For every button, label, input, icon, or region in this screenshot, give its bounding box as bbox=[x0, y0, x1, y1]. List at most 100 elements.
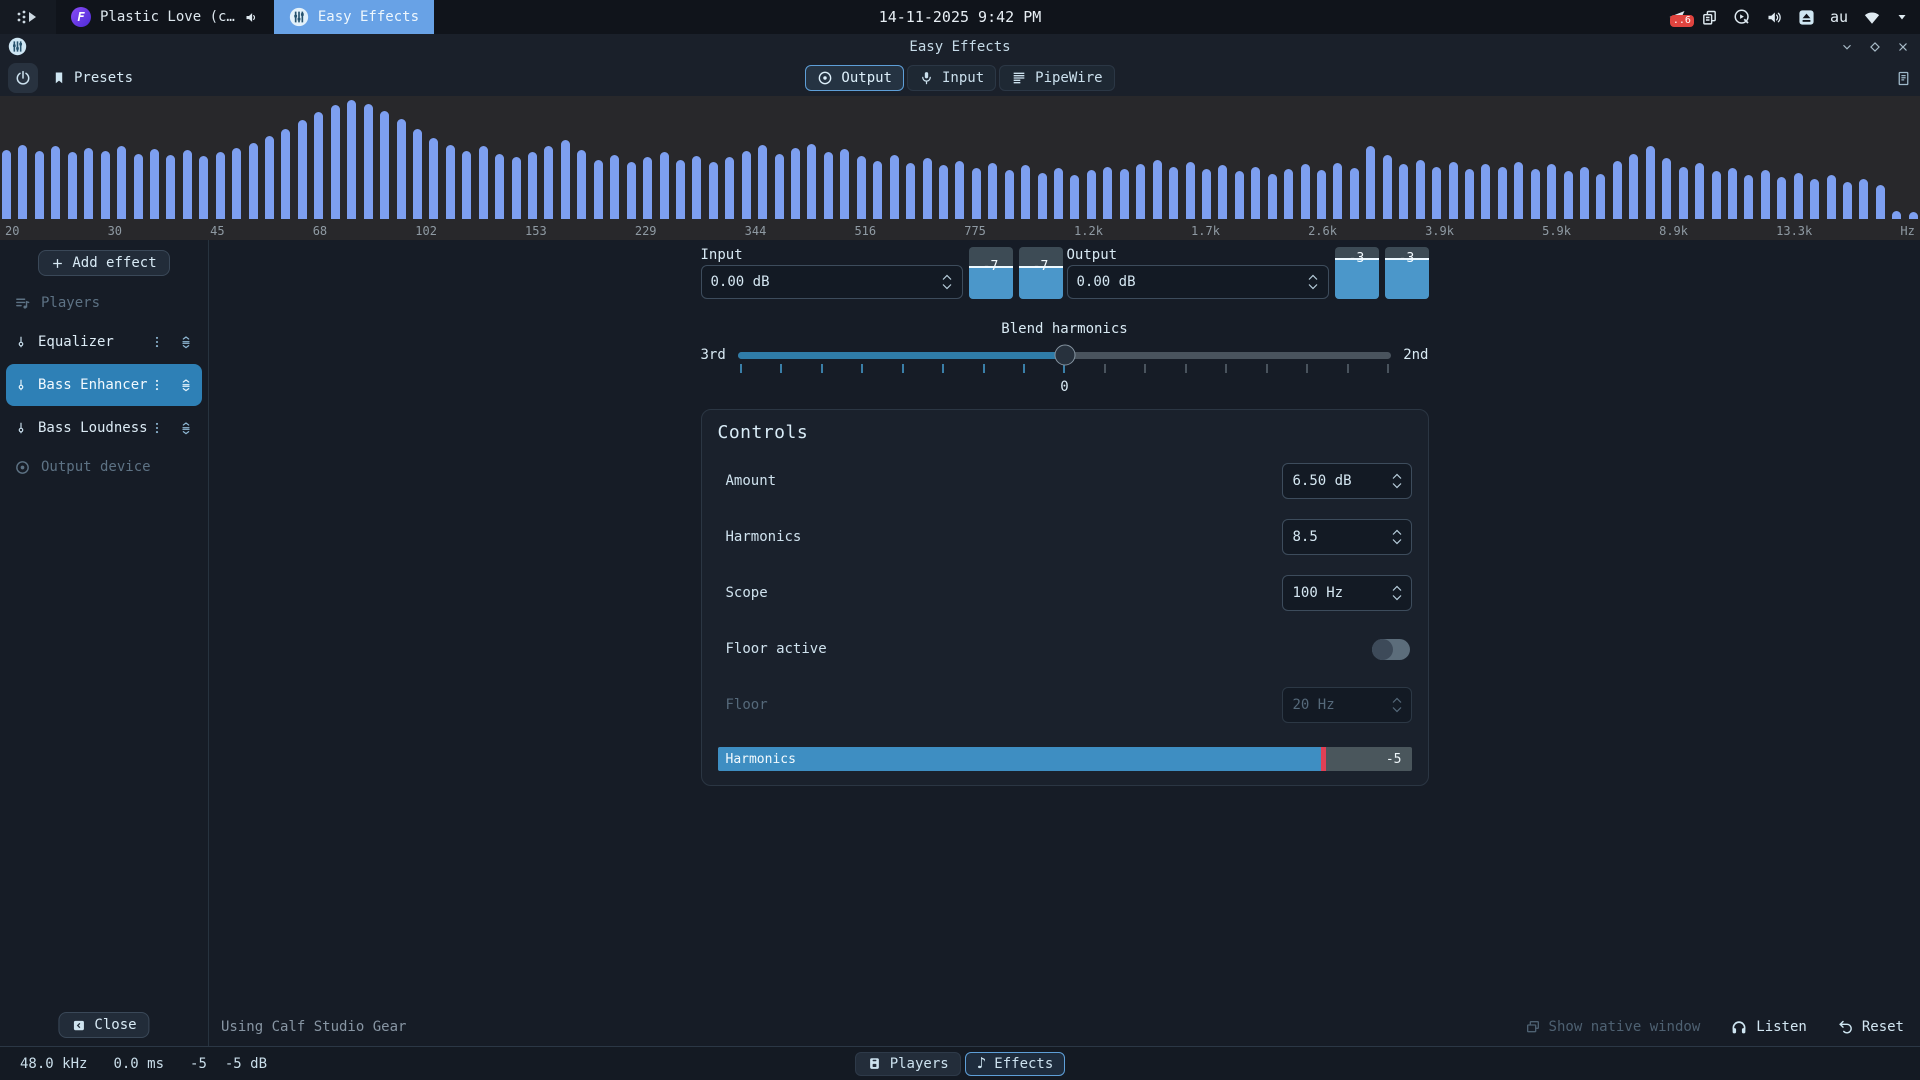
show-native-window-button[interactable]: Show native window bbox=[1525, 1019, 1701, 1035]
slider-handle[interactable] bbox=[1054, 345, 1075, 366]
effect-menu-icon[interactable] bbox=[150, 420, 164, 436]
tray-expander-icon[interactable] bbox=[1896, 12, 1908, 22]
spin-chevrons-icon[interactable] bbox=[1391, 585, 1403, 601]
sidebar-effect-equalizer[interactable]: Equalizer bbox=[6, 321, 202, 363]
tab-input[interactable]: Input bbox=[907, 65, 996, 91]
add-effect-label: Add effect bbox=[72, 255, 156, 271]
sidebar-effect-bass-enhancer[interactable]: Bass Enhancer bbox=[6, 364, 202, 406]
reset-button[interactable]: Reset bbox=[1837, 1019, 1904, 1036]
sidebar-item-label: Players bbox=[41, 295, 100, 311]
control-label: Harmonics bbox=[718, 529, 802, 545]
control-value: 8.5 bbox=[1293, 529, 1318, 545]
amount-spinbutton[interactable]: 6.50 dB bbox=[1282, 463, 1412, 499]
device-icon bbox=[867, 1056, 882, 1071]
bypass-power-button[interactable] bbox=[8, 63, 38, 93]
spin-chevrons-icon[interactable] bbox=[1391, 529, 1403, 545]
sidebar-effect-bass-loudness[interactable]: Bass Loudness bbox=[6, 407, 202, 449]
spin-chevrons-icon[interactable] bbox=[941, 274, 953, 290]
slider-fill bbox=[738, 352, 1065, 359]
spin-chevrons-icon[interactable] bbox=[1391, 473, 1403, 489]
spectrum-bar bbox=[1613, 161, 1622, 219]
slider-tick bbox=[1144, 364, 1146, 373]
harmonics-spinbutton[interactable]: 8.5 bbox=[1282, 519, 1412, 555]
taskbar-task-music-player[interactable]: F Plastic Love (c… bbox=[56, 0, 274, 34]
tab-output[interactable]: Output bbox=[805, 65, 904, 91]
output-level-meter: -3 bbox=[1335, 247, 1379, 299]
maximize-button[interactable] bbox=[1868, 40, 1882, 54]
spectrum-bar bbox=[1892, 211, 1901, 219]
floor-active-toggle[interactable] bbox=[1372, 639, 1410, 660]
clipboard-tray-icon[interactable] bbox=[1701, 9, 1718, 26]
input-level-meter: -7 bbox=[1019, 247, 1063, 299]
freq-label: 68 bbox=[313, 224, 327, 238]
drag-handle-icon[interactable] bbox=[178, 333, 194, 351]
spectrum-bar bbox=[364, 104, 373, 219]
control-row-harmonics: Harmonics 8.5 bbox=[718, 519, 1412, 555]
spectrum-bar bbox=[955, 161, 964, 219]
excluded-apps-button[interactable] bbox=[1895, 69, 1912, 88]
tab-effects[interactable]: ♪ Effects bbox=[965, 1052, 1066, 1076]
music-note-icon: ♪ bbox=[977, 1056, 987, 1071]
notification-tray-icon[interactable]: ..6 bbox=[1668, 9, 1686, 25]
meter-value: -7 bbox=[969, 259, 1013, 274]
volume-tray-icon[interactable] bbox=[1766, 9, 1783, 26]
native-window-icon bbox=[1525, 1019, 1541, 1035]
slider-tick bbox=[983, 364, 985, 373]
tab-pipewire[interactable]: PipeWire bbox=[999, 65, 1114, 91]
spectrum-bar bbox=[725, 157, 734, 219]
close-sidebar-button[interactable]: Close bbox=[58, 1012, 149, 1038]
sidebar-item-output-device[interactable]: Output device bbox=[0, 450, 208, 484]
spectrum-bar bbox=[627, 162, 636, 219]
freq-label: 2.6k bbox=[1308, 224, 1337, 238]
wifi-tray-icon[interactable] bbox=[1863, 9, 1881, 25]
drag-handle-icon[interactable] bbox=[178, 419, 194, 437]
spectrum-bar bbox=[972, 168, 981, 219]
workspace-indicator[interactable] bbox=[0, 0, 56, 34]
scope-spinbutton[interactable]: 100 Hz bbox=[1282, 575, 1412, 611]
add-effect-button[interactable]: Add effect bbox=[38, 250, 169, 276]
spectrum-bar bbox=[183, 150, 192, 219]
keyboard-layout-indicator[interactable]: au bbox=[1830, 8, 1848, 26]
spectrum-bar bbox=[249, 143, 258, 219]
presets-button[interactable]: Presets bbox=[52, 70, 133, 86]
spectrum-bar bbox=[166, 155, 175, 219]
spectrum-bar bbox=[314, 112, 323, 219]
effect-menu-icon[interactable] bbox=[150, 334, 164, 350]
undo-icon bbox=[1837, 1019, 1854, 1036]
control-label: Floor active bbox=[718, 641, 827, 657]
recorder-tray-icon[interactable] bbox=[1733, 8, 1751, 26]
drag-handle-icon[interactable] bbox=[178, 376, 194, 394]
spectrum-bar bbox=[528, 152, 537, 219]
minimize-button[interactable] bbox=[1840, 40, 1854, 54]
eject-tray-icon[interactable] bbox=[1798, 9, 1815, 26]
close-window-button[interactable] bbox=[1896, 40, 1910, 54]
spectrum-bar bbox=[1103, 167, 1112, 219]
close-label: Close bbox=[94, 1017, 136, 1033]
level-right: -5 dB bbox=[225, 1056, 267, 1072]
effect-menu-icon[interactable] bbox=[150, 377, 164, 393]
spectrum-bar bbox=[68, 152, 77, 219]
spin-chevrons-icon[interactable] bbox=[1307, 274, 1319, 290]
spectrum-bar bbox=[758, 145, 767, 219]
spectrum-bar bbox=[890, 155, 899, 219]
spectrum-bar bbox=[1087, 170, 1096, 219]
statusbar: 48.0 kHz 0.0 ms -5 -5 dB Players ♪ Effec… bbox=[0, 1046, 1920, 1080]
window-titlebar[interactable]: Easy Effects bbox=[0, 34, 1920, 60]
listen-button[interactable]: Listen bbox=[1730, 1018, 1807, 1036]
slider-tick bbox=[1387, 364, 1389, 373]
workspace-dots-icon bbox=[16, 9, 40, 25]
spectrum-bar bbox=[232, 148, 241, 219]
control-value: 100 Hz bbox=[1293, 585, 1344, 601]
floor-spinbutton[interactable]: 20 Hz bbox=[1282, 687, 1412, 723]
output-gain-spinbutton[interactable]: 0.00 dB bbox=[1067, 265, 1329, 299]
spectrum-bar bbox=[1728, 168, 1737, 219]
blend-harmonics-slider[interactable] bbox=[738, 352, 1391, 359]
spectrum-bar bbox=[1268, 174, 1277, 219]
sidebar-item-players[interactable]: Players bbox=[0, 286, 208, 320]
controls-card: Controls Amount 6.50 dB Harmonics 8.5 bbox=[701, 409, 1429, 786]
effect-panel: Input 0.00 dB -7 bbox=[209, 240, 1920, 1046]
input-gain-spinbutton[interactable]: 0.00 dB bbox=[701, 265, 963, 299]
tab-players[interactable]: Players bbox=[855, 1052, 961, 1076]
taskbar-task-easy-effects[interactable]: Easy Effects bbox=[274, 0, 434, 34]
sample-rate: 48.0 kHz bbox=[20, 1056, 87, 1072]
